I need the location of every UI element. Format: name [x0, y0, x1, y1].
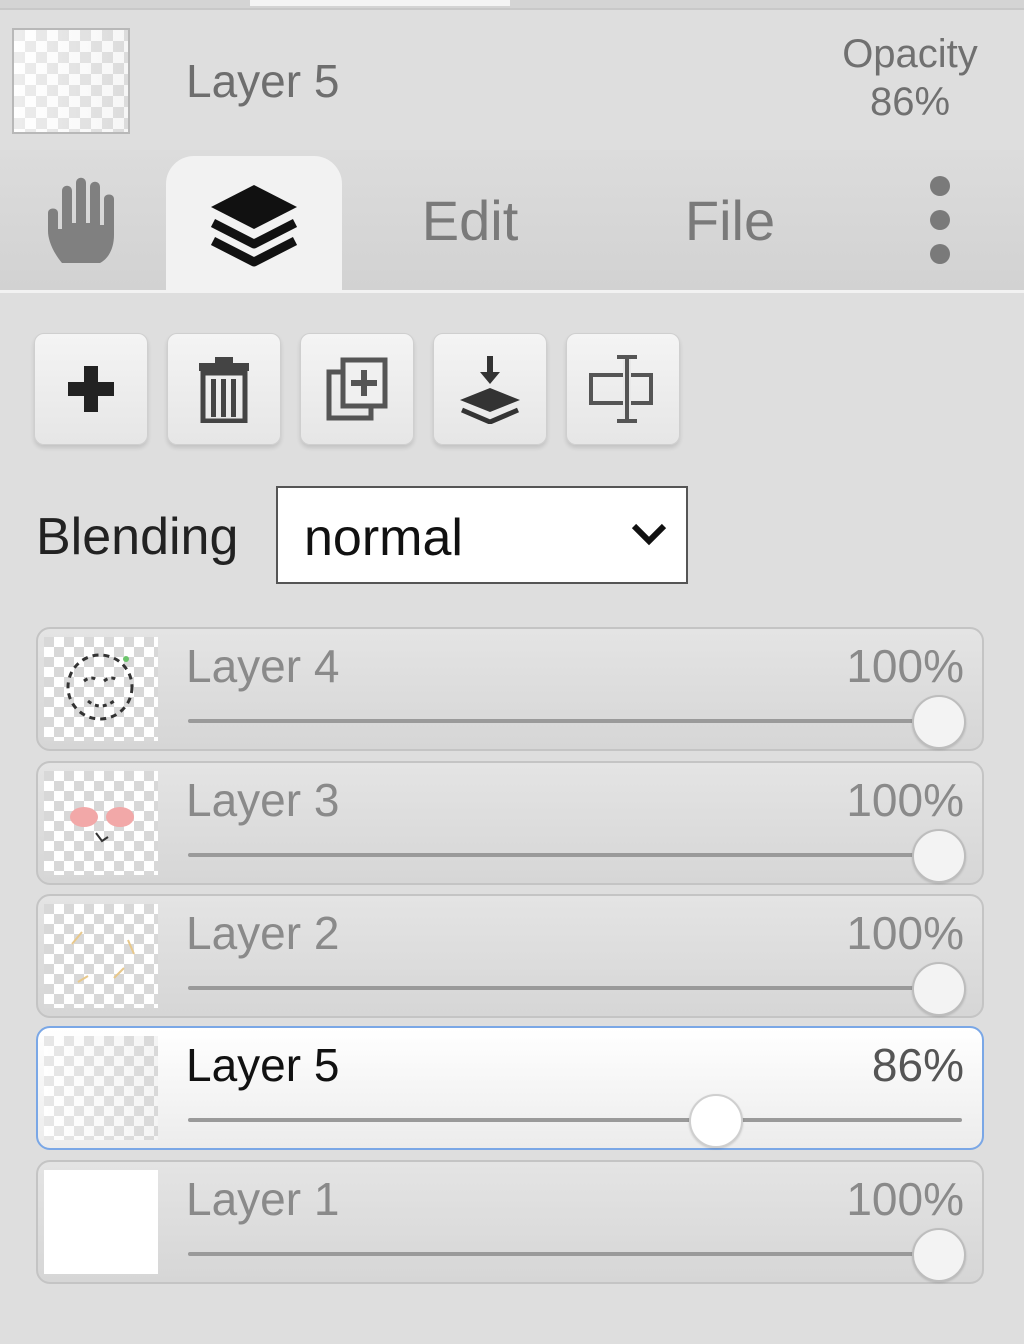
- opacity-slider-thumb[interactable]: [912, 962, 966, 1016]
- opacity-slider-thumb[interactable]: [912, 829, 966, 883]
- layer-name[interactable]: Layer 5: [186, 1038, 339, 1092]
- layer-opacity-text: 100%: [846, 907, 964, 959]
- opacity-slider-thumb[interactable]: [912, 1228, 966, 1282]
- blending-label: Blending: [36, 508, 239, 566]
- blending-value: normal: [304, 509, 463, 567]
- layer-row-1[interactable]: Layer 1 100%: [36, 1160, 984, 1284]
- opacity-slider-thumb[interactable]: [689, 1094, 744, 1148]
- more-vertical-icon: [930, 176, 950, 264]
- hand-icon: [48, 177, 114, 263]
- top-edge-highlight: [250, 0, 510, 6]
- layer-thumbnail: [44, 771, 158, 875]
- layers-icon: [210, 184, 298, 266]
- layer-name[interactable]: Layer 3: [186, 773, 339, 827]
- layer-thumbnail: [44, 904, 158, 1008]
- opacity-label: Opacity: [842, 32, 978, 76]
- layer-opacity-text: 100%: [846, 774, 964, 826]
- merge-down-icon: [460, 356, 520, 424]
- duplicate-layer-button[interactable]: [300, 333, 414, 445]
- rename-icon: [589, 355, 653, 423]
- layer-name[interactable]: Layer 2: [186, 906, 339, 960]
- layer-3-sketch-image: [70, 807, 134, 843]
- current-layer-opacity: Opacity 86%: [820, 30, 1000, 126]
- layer-row-3[interactable]: Layer 3 100%: [36, 761, 984, 885]
- opacity-value: 86%: [869, 80, 951, 124]
- tab-bar: Edit File: [0, 150, 1024, 293]
- current-layer-thumbnail: [12, 28, 130, 134]
- layer-thumbnail: [44, 1170, 158, 1274]
- layer-4-sketch-image: [66, 653, 134, 721]
- tab-file[interactable]: File: [655, 150, 805, 290]
- add-layer-button[interactable]: [34, 333, 148, 445]
- trash-icon: [199, 357, 249, 423]
- tab-edit[interactable]: Edit: [395, 150, 545, 290]
- tab-hand[interactable]: [20, 150, 150, 290]
- top-edge: [0, 0, 1024, 10]
- more-menu-button[interactable]: [905, 150, 975, 290]
- layer-2-sketch-image: [71, 931, 135, 983]
- opacity-slider-track[interactable]: [188, 1118, 962, 1122]
- opacity-slider-thumb[interactable]: [912, 695, 966, 749]
- layer-name[interactable]: Layer 1: [186, 1172, 339, 1226]
- layer-name[interactable]: Layer 4: [186, 639, 339, 693]
- layer-row-5-selected[interactable]: Layer 5 86%: [36, 1026, 984, 1150]
- opacity-slider-track[interactable]: [188, 719, 962, 723]
- layer-opacity-text: 100%: [846, 640, 964, 692]
- delete-layer-button[interactable]: [167, 333, 281, 445]
- layer-opacity-text: 100%: [846, 1173, 964, 1225]
- rename-layer-button[interactable]: [566, 333, 680, 445]
- blending-select[interactable]: normal: [276, 486, 688, 584]
- opacity-slider-track[interactable]: [188, 853, 962, 857]
- layer-row-2[interactable]: Layer 2 100%: [36, 894, 984, 1018]
- merge-down-button[interactable]: [433, 333, 547, 445]
- opacity-slider-track[interactable]: [188, 986, 962, 990]
- chevron-down-icon: [631, 523, 667, 546]
- tab-layers[interactable]: [166, 156, 342, 293]
- opacity-slider-track[interactable]: [188, 1252, 962, 1256]
- duplicate-icon: [326, 357, 388, 421]
- layer-thumbnail: [44, 1036, 158, 1140]
- current-layer-name: Layer 5: [186, 55, 340, 107]
- layer-row-4[interactable]: Layer 4 100%: [36, 627, 984, 751]
- layer-thumbnail: [44, 637, 158, 741]
- layer-opacity-text: 86%: [871, 1039, 964, 1091]
- plus-icon: [68, 366, 114, 412]
